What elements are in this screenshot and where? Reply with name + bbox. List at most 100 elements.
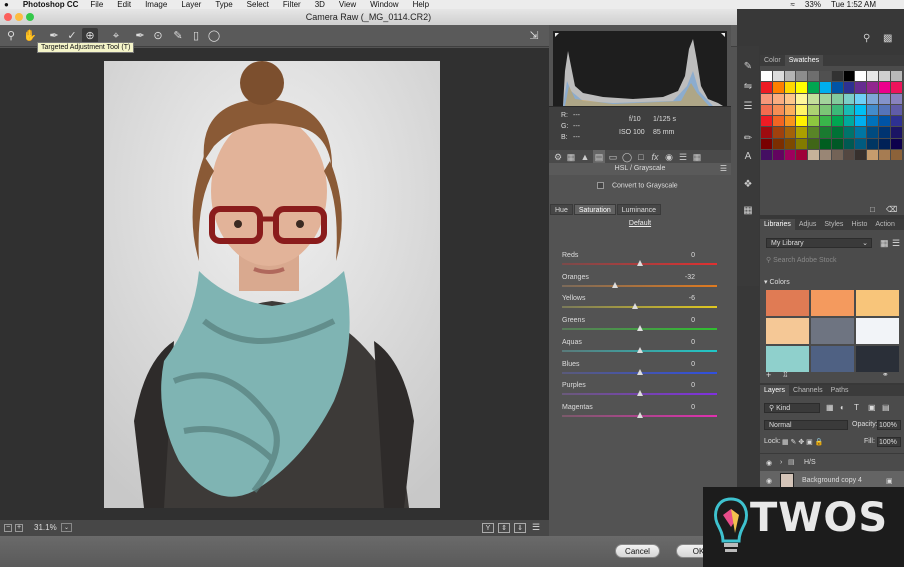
swatch[interactable]	[808, 104, 819, 116]
swatch[interactable]	[761, 71, 772, 82]
swatch[interactable]	[878, 82, 890, 93]
swatch[interactable]	[784, 93, 796, 104]
lens-corrections-icon[interactable]: ◯	[621, 150, 633, 164]
slider-thumb[interactable]	[611, 281, 618, 288]
swatch[interactable]	[796, 127, 808, 138]
slider-value[interactable]: 0	[691, 317, 695, 324]
hsl-icon[interactable]: ▤	[593, 150, 605, 164]
swatch[interactable]	[843, 138, 855, 150]
tab-hue[interactable]: Hue	[550, 204, 573, 215]
slider-value[interactable]: 0	[691, 339, 695, 346]
slider-thumb[interactable]	[636, 260, 643, 266]
swatch[interactable]	[843, 93, 855, 104]
slider-blues[interactable]: Blues 0	[562, 361, 717, 383]
chevron-right-icon[interactable]: ›	[780, 459, 782, 466]
menu-3d[interactable]: 3D	[315, 0, 325, 9]
swatch[interactable]	[772, 116, 784, 127]
basic-panel-icon[interactable]: ⚙	[552, 150, 564, 164]
eye-icon[interactable]: ◉	[766, 477, 772, 485]
slider-thumb[interactable]	[636, 346, 643, 353]
swatch[interactable]	[784, 116, 796, 127]
library-color-tile[interactable]	[766, 346, 809, 372]
filter-smart-icon[interactable]: ▤	[882, 403, 890, 412]
filter-shape-icon[interactable]: ▣	[868, 403, 876, 412]
library-color-tile[interactable]	[856, 346, 899, 372]
swatch[interactable]	[796, 104, 808, 116]
swatch[interactable]	[808, 150, 819, 161]
slider-yellows[interactable]: Yellows -6	[562, 295, 717, 317]
slider-thumb[interactable]	[636, 411, 643, 418]
cancel-button[interactable]: Cancel	[615, 544, 660, 558]
adjustment-brush-icon[interactable]: ✎	[170, 28, 186, 44]
slider-aquas[interactable]: Aquas 0	[562, 339, 717, 361]
swatch[interactable]	[761, 82, 772, 93]
swatch[interactable]	[819, 71, 831, 82]
menu-file[interactable]: File	[90, 0, 103, 9]
history-brush-icon[interactable]: ✎	[741, 60, 755, 74]
slider-magentas[interactable]: Magentas 0	[562, 404, 717, 426]
apple-icon[interactable]: ●	[4, 0, 9, 9]
red-eye-tool-icon[interactable]: ⊙	[150, 28, 166, 44]
library-dropdown[interactable]: My Library ⌄	[766, 238, 872, 248]
camera-calibration-icon[interactable]: ◉	[663, 150, 675, 164]
swatch[interactable]	[796, 93, 808, 104]
library-color-tile[interactable]	[856, 318, 899, 344]
detail-icon[interactable]: ▲	[579, 150, 591, 164]
menu-select[interactable]: Select	[247, 0, 269, 9]
menu-view[interactable]: View	[339, 0, 356, 9]
swatch[interactable]	[831, 82, 843, 93]
tab-luminance[interactable]: Luminance	[616, 204, 662, 215]
opacity-field[interactable]: 100%	[877, 420, 901, 430]
stock-search-input[interactable]: ⚲ Search Adobe Stock	[766, 256, 898, 264]
convert-grayscale-row[interactable]: Convert to Grayscale	[597, 182, 678, 189]
image-preview[interactable]	[0, 48, 549, 520]
tab-color[interactable]: Color	[760, 55, 785, 66]
swatch[interactable]	[878, 138, 890, 150]
copy-settings-icon[interactable]: ⇓	[514, 523, 526, 533]
swatch[interactable]	[796, 71, 808, 82]
search-icon[interactable]: ⚲	[863, 33, 870, 44]
swatch[interactable]	[784, 150, 796, 161]
swatch[interactable]	[772, 127, 784, 138]
properties-icon[interactable]: ☰	[741, 100, 755, 114]
slider-purples[interactable]: Purples 0	[562, 382, 717, 404]
swatch[interactable]	[867, 116, 878, 127]
slider-thumb[interactable]	[636, 390, 643, 397]
swatch[interactable]	[867, 93, 878, 104]
zoom-level[interactable]: 31.1%	[34, 523, 57, 532]
swatch[interactable]	[878, 93, 890, 104]
app-name[interactable]: Photoshop CC	[23, 0, 79, 9]
swatch[interactable]	[890, 150, 902, 161]
spot-removal-tool-icon[interactable]: ✒	[132, 28, 148, 44]
slider-track[interactable]	[562, 284, 717, 287]
library-color-tile[interactable]	[856, 290, 899, 316]
swatch[interactable]	[761, 138, 772, 150]
panel-menu-icon[interactable]: ☰	[720, 163, 727, 175]
convert-grayscale-checkbox[interactable]	[597, 182, 604, 189]
swatch[interactable]	[867, 104, 878, 116]
radial-filter-icon[interactable]: ◯	[206, 28, 222, 44]
swatch[interactable]	[761, 150, 772, 161]
tab-swatches[interactable]: Swatches	[784, 55, 824, 66]
swatch[interactable]	[831, 138, 843, 150]
menu-image[interactable]: Image	[145, 0, 167, 9]
slider-value[interactable]: 0	[691, 382, 695, 389]
zoom-in-button[interactable]: +	[15, 524, 23, 532]
menu-window[interactable]: Window	[370, 0, 398, 9]
layer-row[interactable]: ◉ › ▤ H/S	[760, 453, 904, 471]
swatch[interactable]	[796, 138, 808, 150]
close-window-button[interactable]	[4, 13, 12, 21]
add-icon[interactable]: +	[766, 370, 771, 380]
graduated-filter-icon[interactable]: ▯	[188, 28, 204, 44]
delete-swatch-icon[interactable]: ⌫	[886, 205, 897, 214]
swatch[interactable]	[808, 71, 819, 82]
swatch[interactable]	[890, 71, 902, 82]
before-after-y-icon[interactable]: Y	[482, 523, 494, 533]
eye-icon[interactable]: ◉	[766, 459, 772, 467]
swatch[interactable]	[784, 82, 796, 93]
colors-section-header[interactable]: ▾ Colors	[764, 278, 790, 286]
slider-track[interactable]	[562, 306, 717, 309]
swatch[interactable]	[819, 150, 831, 161]
swatch[interactable]	[819, 138, 831, 150]
list-view-icon[interactable]: ☰	[892, 238, 900, 249]
